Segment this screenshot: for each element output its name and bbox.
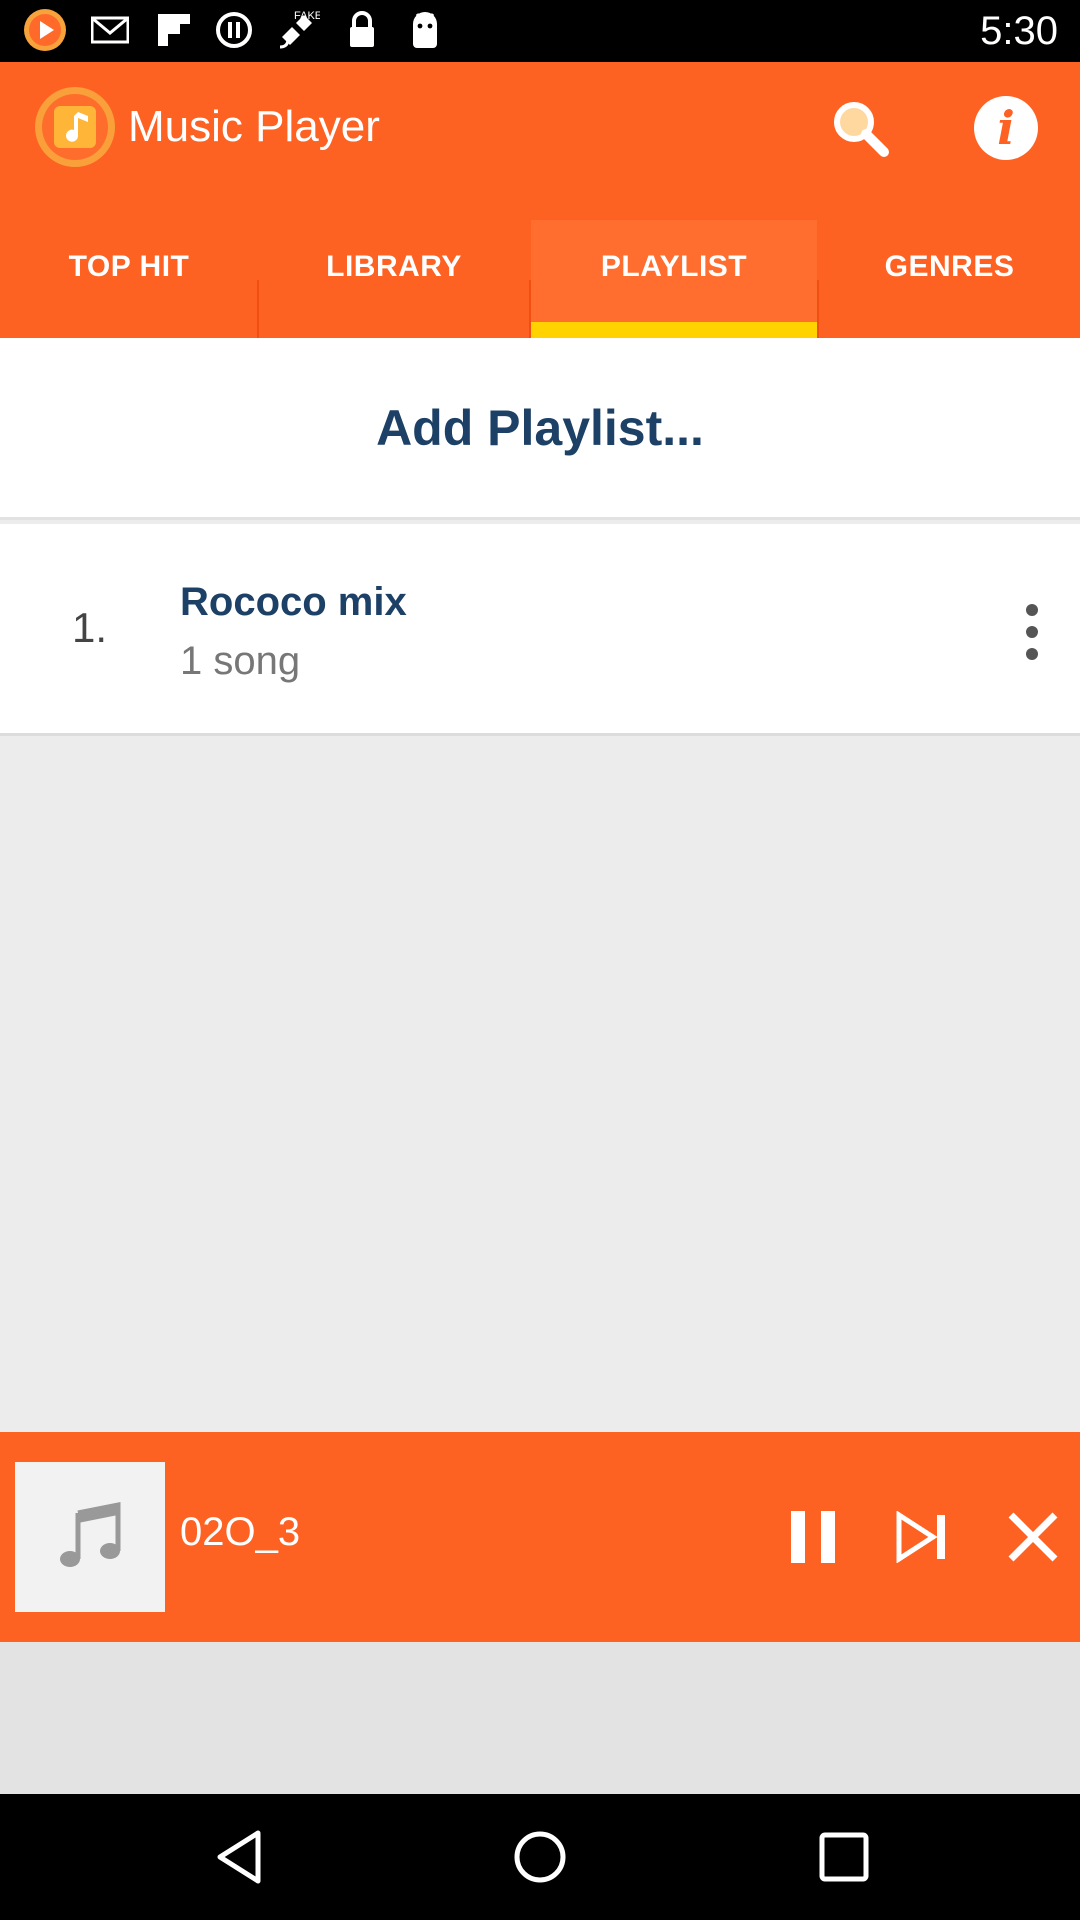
home-icon[interactable] <box>500 1824 580 1890</box>
navigation-bar <box>0 1794 1080 1920</box>
skip-next-icon[interactable] <box>880 1494 966 1580</box>
tab-library[interactable]: LIBRARY <box>259 220 529 338</box>
playlist-content: Add Playlist... 1. Rococo mix 1 song <box>0 338 1080 1432</box>
search-icon[interactable] <box>822 90 898 166</box>
recents-icon[interactable] <box>804 1824 884 1890</box>
status-time: 5:30 <box>980 9 1058 53</box>
status-bar: FAKE 5:30 <box>0 0 1080 62</box>
svg-text:FAKE: FAKE <box>294 10 320 22</box>
more-options-icon[interactable] <box>1012 604 1052 660</box>
tab-bar: TOP HIT LIBRARY PLAYLIST GENRES <box>0 220 1080 370</box>
playlist-index: 1. <box>72 604 108 651</box>
tab-top-hit[interactable]: TOP HIT <box>0 220 258 338</box>
now-playing-title: 02O_3 <box>180 1510 301 1554</box>
close-icon[interactable] <box>990 1494 1076 1580</box>
playlist-song-count: 1 song <box>180 639 301 683</box>
tab-label: GENRES <box>884 250 1015 283</box>
mail-icon <box>88 8 132 52</box>
add-playlist-button[interactable]: Add Playlist... <box>0 338 1080 520</box>
lock-icon <box>342 8 382 52</box>
pause-icon[interactable] <box>770 1494 856 1580</box>
mini-player[interactable]: 02O_3 <box>0 1432 1080 1642</box>
playlist-name: Rococo mix <box>180 580 407 624</box>
album-art <box>15 1462 165 1612</box>
music-player-logo-icon <box>34 86 116 168</box>
music-note-icon <box>60 1501 121 1567</box>
info-icon[interactable]: i <box>974 96 1038 160</box>
info-glyph: i <box>997 101 1015 155</box>
satellite-icon: FAKE <box>272 8 322 52</box>
app-title: Music Player <box>128 102 380 151</box>
list-item[interactable]: 1. Rococo mix 1 song <box>0 524 1080 736</box>
app-notification-icon <box>20 8 70 52</box>
active-tab-indicator <box>531 322 817 338</box>
tab-label: TOP HIT <box>68 250 190 283</box>
add-playlist-label: Add Playlist... <box>376 399 704 456</box>
empty-area <box>0 1642 1080 1794</box>
tab-label: PLAYLIST <box>600 250 748 283</box>
tab-genres[interactable]: GENRES <box>819 220 1080 338</box>
app-bar: Music Player i TOP HIT LIBRARY PLAYLIST … <box>0 62 1080 370</box>
tab-label: LIBRARY <box>326 250 462 283</box>
back-icon[interactable] <box>200 1824 280 1890</box>
flipboard-icon <box>152 8 196 52</box>
android-icon <box>402 8 448 52</box>
pause-circle-icon <box>212 8 256 52</box>
tab-playlist[interactable]: PLAYLIST <box>531 220 817 338</box>
